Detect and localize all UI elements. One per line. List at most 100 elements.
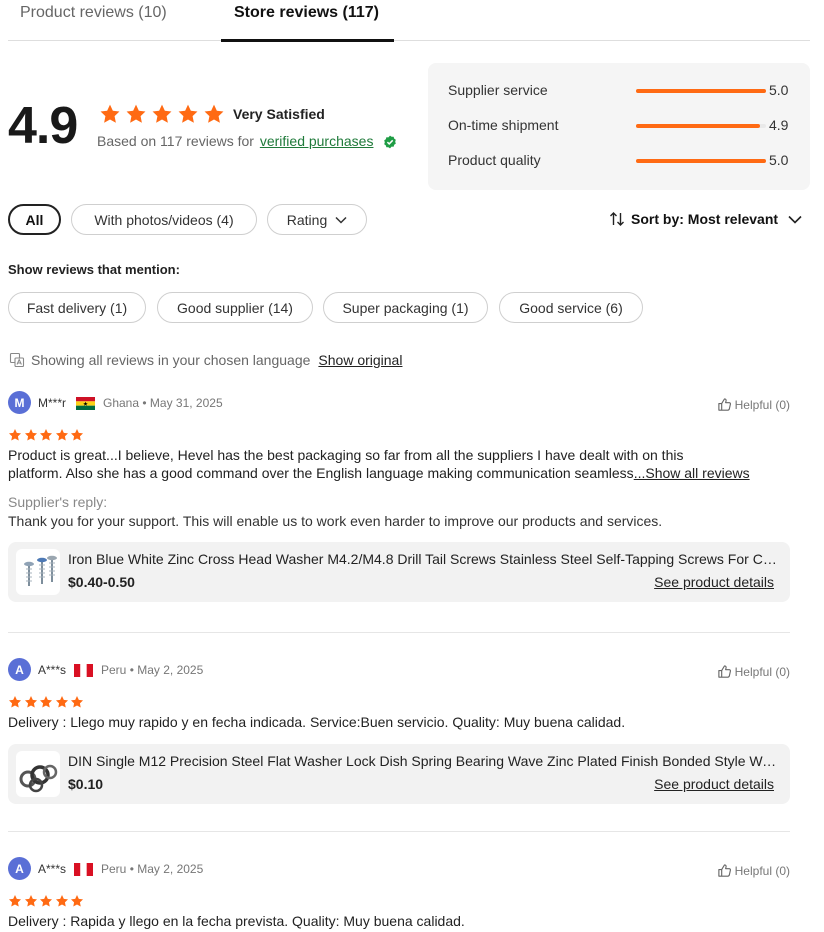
mention-tag-fast-delivery[interactable]: Fast delivery (1) [8,292,146,323]
see-product-details-link[interactable]: See product details [654,574,774,590]
star-icon [177,103,199,125]
filter-photos-button[interactable]: With photos/videos (4) [71,204,257,235]
helpful-button[interactable]: Helpful (0) [717,863,790,878]
product-title: Iron Blue White Zinc Cross Head Washer M… [68,551,780,567]
review-stars [8,428,790,442]
review-item: A A***s Peru • May 2, 2025 Helpful (0) D… [8,658,790,804]
satisfaction-label: Very Satisfied [233,106,325,122]
metric-value-on-time-shipment: 4.9 [769,117,789,133]
helpful-button[interactable]: Helpful (0) [717,664,790,679]
metric-label-product-quality: Product quality [448,152,541,168]
helpful-count: Helpful (0) [734,863,790,878]
product-image [16,751,60,797]
metric-bar-supplier-service [636,89,766,93]
star-icon [8,428,22,442]
product-image [16,549,60,595]
verified-check-icon [384,135,397,149]
star-icon [24,894,38,908]
metric-label-supplier-service: Supplier service [448,82,548,98]
tab-store-reviews[interactable]: Store reviews (117) [234,4,379,22]
avatar: A [8,857,31,880]
overall-rating: 4.9 [8,97,78,155]
star-icon [8,695,22,709]
based-on-text: Based on 117 reviews for verified purcha… [97,133,397,149]
star-icon [125,103,147,125]
translate-icon [9,352,25,368]
language-notice: Showing all reviews in your chosen langu… [9,352,402,368]
star-icon [55,894,69,908]
filter-all-button[interactable]: All [8,204,61,235]
thumbs-up-icon [717,664,732,679]
metric-label-on-time-shipment: On-time shipment [448,117,559,133]
review-item: A A***s Peru • May 2, 2025 Helpful (0) D… [8,857,790,930]
star-icon [24,428,38,442]
star-icon [39,695,53,709]
star-icon [39,428,53,442]
avatar: M [8,391,31,414]
review-text: Delivery : Llego muy rapido y en fecha i… [8,714,626,730]
peru-flag-icon [74,664,93,677]
product-title: DIN Single M12 Precision Steel Flat Wash… [68,753,780,769]
language-notice-text: Showing all reviews in your chosen langu… [31,352,311,368]
review-date: May 31, 2025 [149,396,223,410]
thumbs-up-icon [717,863,732,878]
review-date: May 2, 2025 [137,663,204,677]
thumbs-up-icon [717,397,732,412]
supplier-reply-text: Thank you for your support. This will en… [8,513,663,529]
review-divider [8,632,790,633]
mentions-title: Show reviews that mention: [8,262,180,277]
star-icon [70,695,84,709]
overall-stars: Very Satisfied [99,103,325,125]
metric-value-supplier-service: 5.0 [769,82,789,98]
star-icon [8,894,22,908]
star-icon [24,695,38,709]
reviewer-country: Peru [101,663,127,677]
review-meta: Peru • May 2, 2025 [101,862,204,876]
star-icon [203,103,225,125]
product-price: $0.40-0.50 [68,574,135,590]
filter-rating-label: Rating [286,211,328,228]
reviewer-country: Ghana [103,396,140,410]
supplier-reply-title: Supplier's reply: [8,494,108,510]
review-stars [8,894,790,908]
sort-label: Sort by: Most relevant [631,211,779,227]
reviewer-country: Peru [101,862,127,876]
verified-purchases-link[interactable]: verified purchases [260,133,374,149]
reviewer-name: M***r [38,396,67,410]
product-price: $0.10 [68,776,104,792]
metric-value-product-quality: 5.0 [769,152,789,168]
reviewer-name: A***s [38,862,67,876]
star-icon [99,103,121,125]
review-text: Delivery : Rapida y llego en la fecha pr… [8,913,465,929]
sort-dropdown[interactable]: Sort by: Most relevant [609,211,802,227]
reviewer-name: A***s [38,663,67,677]
show-all-reviews-link[interactable]: ...Show all reviews [634,465,750,481]
star-icon [151,103,173,125]
mention-tag-super-packaging[interactable]: Super packaging (1) [323,292,488,323]
based-on-label: Based on 117 reviews for [97,133,254,149]
rating-breakdown: Supplier service 5.0 On-time shipment 4.… [428,63,810,190]
metric-bar-product-quality [636,159,766,163]
filter-rating-dropdown[interactable]: Rating [267,204,367,235]
review-text-line: Product is great...I believe, Hevel has … [8,447,684,463]
ghana-flag-icon [76,397,95,410]
chevron-down-icon [788,215,802,224]
mention-tag-good-supplier[interactable]: Good supplier (14) [157,292,313,323]
product-card[interactable]: DIN Single M12 Precision Steel Flat Wash… [8,744,790,804]
star-icon [70,894,84,908]
review-text: Product is great...I believe, Hevel has … [8,446,790,482]
product-card[interactable]: Iron Blue White Zinc Cross Head Washer M… [8,542,790,602]
review-divider [8,831,790,832]
review-meta: Ghana • May 31, 2025 [103,396,223,410]
star-icon [70,428,84,442]
active-tab-indicator [221,39,394,42]
helpful-button[interactable]: Helpful (0) [717,397,790,412]
helpful-count: Helpful (0) [734,397,790,412]
see-product-details-link[interactable]: See product details [654,776,774,792]
review-tabs: Product reviews (10) Store reviews (117) [8,0,810,41]
star-icon [55,695,69,709]
metric-bar-on-time-shipment [636,124,766,128]
mention-tag-good-service[interactable]: Good service (6) [499,292,643,323]
show-original-link[interactable]: Show original [318,352,402,368]
tab-product-reviews[interactable]: Product reviews (10) [20,4,167,22]
